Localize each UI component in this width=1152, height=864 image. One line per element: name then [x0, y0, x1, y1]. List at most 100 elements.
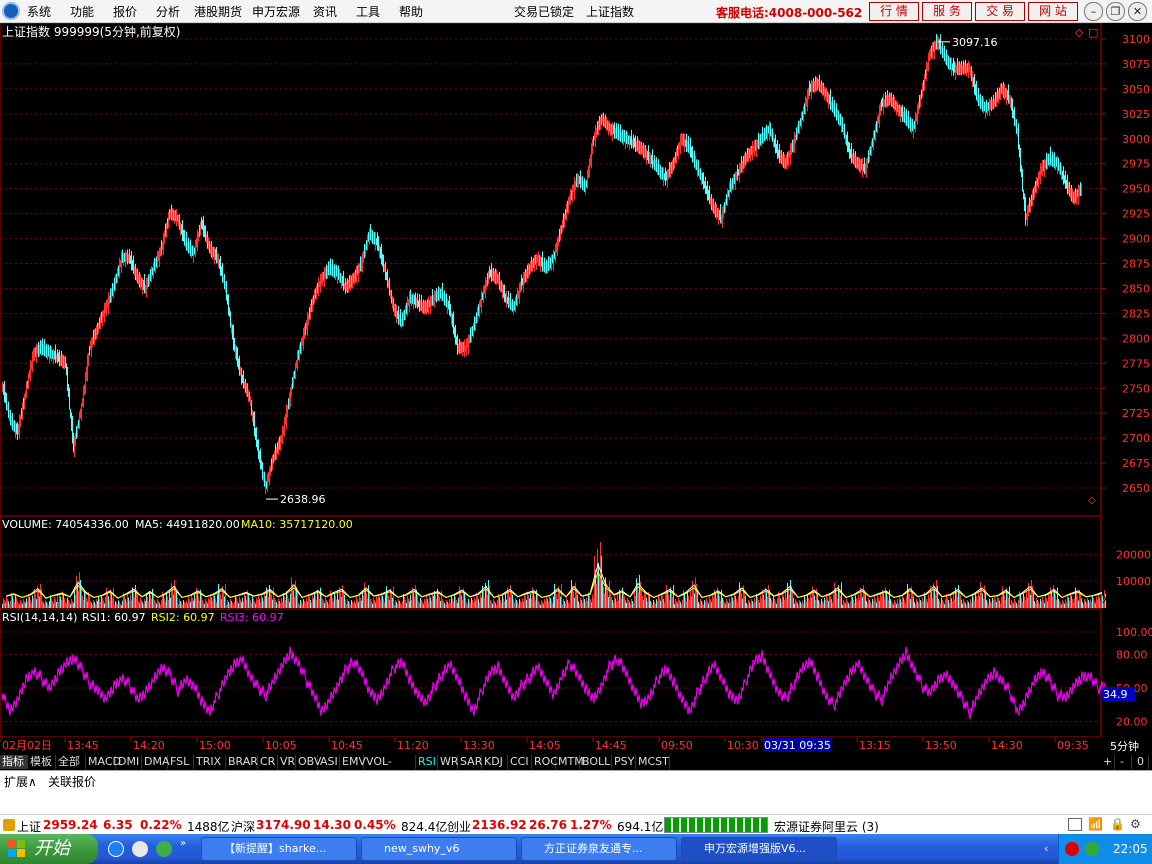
price-tick-label: 2725 [1122, 407, 1150, 420]
time-axis-bg [0, 737, 1152, 754]
tab-指标[interactable]: 指标 [0, 755, 28, 769]
menu-item-function[interactable]: 功能 [70, 3, 94, 20]
period-label[interactable]: 5分钟 [1110, 739, 1139, 753]
tab-trix[interactable]: TRIX [194, 755, 226, 769]
time-tick-label: 14:45 [595, 739, 627, 752]
time-tick-label: 14:30 [991, 739, 1023, 752]
tab-emv[interactable]: EMV [340, 755, 366, 769]
tab-minus-button[interactable]: - [1118, 755, 1132, 769]
menu-item-quote[interactable]: 报价 [113, 3, 137, 20]
rsi-current-value: 34.9 [1103, 688, 1128, 701]
tab-cci[interactable]: CCI [508, 755, 532, 769]
broker-server-label[interactable]: 宏源证券阿里云 (3) [774, 818, 879, 835]
tab-zero-button[interactable]: 0 [1135, 755, 1149, 769]
tray-app-icon[interactable] [1065, 842, 1079, 856]
tab-wr[interactable]: WR [438, 755, 459, 769]
task-item-folder[interactable]: new_swhy_v6 [361, 837, 517, 861]
market-breadth-indicator [664, 817, 768, 833]
tab-全部[interactable]: 全部 [56, 755, 86, 769]
service-button[interactable]: 服 务 [922, 2, 972, 21]
tab-kdj[interactable]: KDJ [482, 755, 508, 769]
app-quick-icon[interactable] [156, 841, 172, 857]
rsi-y-axis: 20.0050.0080.00100.00 [1116, 626, 1152, 729]
rsi2-value: RSI2: 60.97 [151, 611, 215, 624]
quote-button[interactable]: 行 情 [869, 2, 919, 21]
trade-button[interactable]: 交 易 [975, 2, 1025, 21]
price-tick-label: 2975 [1122, 158, 1150, 171]
expand-icon[interactable]: □ [1088, 26, 1098, 39]
menu-item-news[interactable]: 资讯 [313, 3, 337, 20]
website-button[interactable]: 网 站 [1028, 2, 1078, 21]
tab-mcst[interactable]: MCST [636, 755, 670, 769]
tab-cr[interactable]: CR [258, 755, 278, 769]
tab-psy[interactable]: PSY [612, 755, 636, 769]
rsi-tick-label: 20.00 [1116, 716, 1148, 729]
tab-brar[interactable]: BRAR [226, 755, 258, 769]
clock[interactable]: 22:05 [1113, 842, 1148, 856]
hotline-text: 客服电话:4008-000-562 [716, 6, 863, 20]
volume-tick-label: 20000 [1116, 548, 1151, 561]
menu-item-hk-futures[interactable]: 港股期货 [194, 3, 242, 20]
sh-label[interactable]: 上证 [17, 818, 41, 835]
tab-roc[interactable]: ROC [532, 755, 558, 769]
close-icon[interactable]: ✕ [1128, 2, 1147, 21]
tab-dmi[interactable]: DMI [116, 755, 142, 769]
menu-item-help[interactable]: 帮助 [399, 3, 423, 20]
tab-模板[interactable]: 模板 [28, 755, 56, 769]
tab-rsi[interactable]: RSI [416, 755, 438, 769]
task-item-founder[interactable]: 方正证券泉友通专... [521, 837, 677, 861]
tab-fsl[interactable]: FSL [168, 755, 194, 769]
tab-sar[interactable]: SAR [458, 755, 482, 769]
menu-item-tools[interactable]: 工具 [356, 3, 380, 20]
tab-dma[interactable]: DMA [142, 755, 170, 769]
ticker-icon [3, 819, 15, 831]
tab-mtm[interactable]: MTM [556, 755, 584, 769]
trade-lock-status: 交易已锁定 [514, 5, 575, 19]
time-tick-label: 13:50 [925, 739, 957, 752]
time-tick-label: 14:05 [529, 739, 561, 752]
tab-obv[interactable]: OBV [296, 755, 321, 769]
tab-plus-button[interactable]: + [1101, 755, 1115, 769]
tray-expand-icon[interactable]: ‹ [1044, 842, 1048, 855]
rsi3-value: RSI3: 60.97 [220, 611, 284, 624]
chart-area[interactable]: 2650 2675 2700 2725 2750 2775 2800 2825 2850 2875… [0, 23, 1152, 754]
cy-label[interactable]: 创业 [447, 818, 471, 835]
price-tick-label: 2925 [1122, 208, 1150, 221]
price-tick-label: 3075 [1122, 58, 1150, 71]
rsi-tick-label: 100.00 [1116, 626, 1152, 639]
menu-item-system[interactable]: 系统 [27, 3, 51, 20]
price-tick-label: 2950 [1122, 183, 1150, 196]
time-tick-label: 10:30 [727, 739, 759, 752]
restore-icon[interactable]: ❐ [1106, 2, 1125, 21]
indicator-tab-bar: + - 0 指标 模板 全部 MACD DMI DMA FSL TRIX BRAR CR VR OBV… [0, 754, 1152, 782]
price-tick-label: 3100 [1122, 33, 1150, 46]
tray-network-icon[interactable] [1085, 842, 1099, 856]
tab-vol-tdx[interactable]: VOL-TDX [364, 755, 416, 782]
tab-boll[interactable]: BOLL [580, 755, 612, 769]
quicklaunch-more-icon[interactable]: » [180, 838, 186, 849]
start-button[interactable]: 开始 [0, 834, 98, 864]
sh-amount: 1488亿 [187, 820, 230, 834]
menu-item-swhy[interactable]: 申万宏源 [252, 3, 300, 20]
time-tick-label: 13:45 [67, 739, 99, 752]
tab-asi[interactable]: ASI [318, 755, 340, 769]
cy-value: 2136.92 [472, 818, 527, 832]
tab-vr[interactable]: VR [278, 755, 296, 769]
time-tick-label: 09:50 [661, 739, 693, 752]
tab-macd[interactable]: MACD [86, 755, 121, 769]
minimize-icon[interactable]: – [1084, 2, 1103, 21]
task-label: 方正证券泉友通专... [544, 842, 643, 855]
menu-item-analysis[interactable]: 分析 [156, 3, 180, 20]
task-item-swhy[interactable]: 申万宏源增强版V6... [681, 837, 837, 861]
price-tick-label: 3025 [1122, 108, 1150, 121]
empty-panel [0, 788, 1152, 814]
window-icon[interactable] [1068, 818, 1082, 831]
ie-icon[interactable] [108, 841, 124, 857]
settings-icon[interactable]: ⚙ [1130, 817, 1141, 831]
volume-y-axis: 10000 20000 [1116, 548, 1151, 588]
task-item-browser[interactable]: 【新提醒】sharke... [201, 837, 357, 861]
browser-icon[interactable] [132, 841, 148, 857]
hs-label[interactable]: 沪深 [231, 818, 255, 835]
time-tick-label: 11:20 [397, 739, 429, 752]
rsi-label: RSI(14,14,14) [2, 611, 77, 624]
